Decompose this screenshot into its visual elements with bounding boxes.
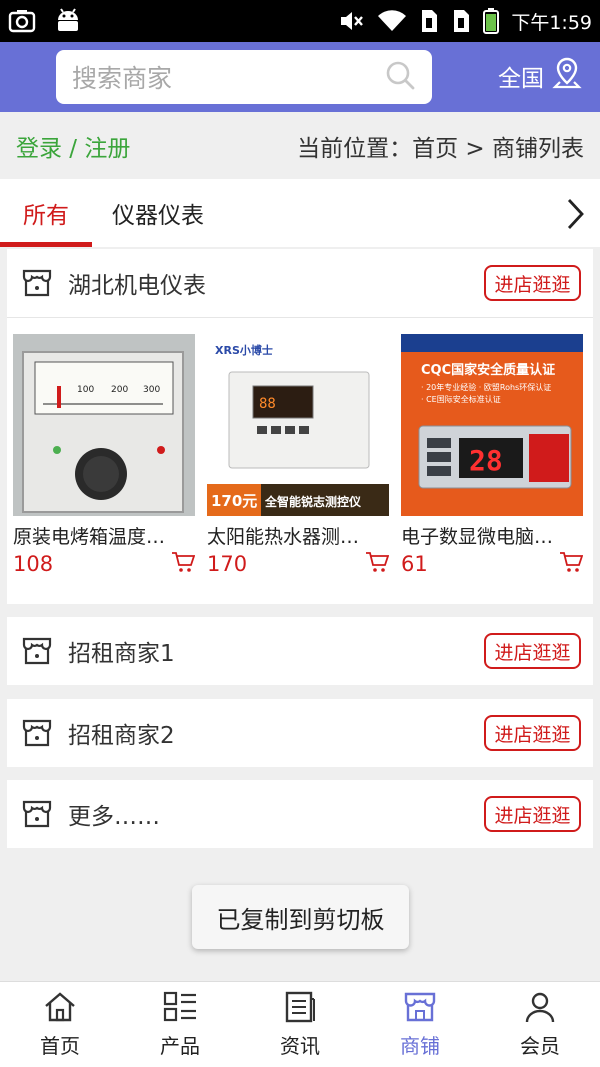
- category-tabs: 所有 仪器仪表: [0, 179, 600, 247]
- status-bar: 下午1:59: [0, 0, 600, 42]
- header-bar: 搜索商家 全国: [0, 42, 600, 112]
- shop-header[interactable]: 湖北机电仪表 进店逛逛: [7, 249, 593, 317]
- shop-header[interactable]: 招租商家1 进店逛逛: [7, 617, 593, 685]
- store-icon: [403, 991, 437, 1028]
- product-card[interactable]: XRS小博士 88 170元 全智能锐志测控仪 太阳能热水器测… 170: [207, 334, 390, 603]
- svg-text:200: 200: [111, 385, 128, 395]
- nav-label: 资讯: [280, 1033, 320, 1058]
- brand-logo: XRS小博士: [215, 343, 273, 357]
- visit-shop-button[interactable]: 进店逛逛: [484, 715, 581, 751]
- shop-card: 招租商家1 进店逛逛: [7, 617, 593, 685]
- product-card[interactable]: CQC国家安全质量认证 · 20年专业经验 · 欧盟Rohs环保认证 · CE国…: [401, 334, 584, 603]
- product-title: 原装电烤箱温度…: [13, 526, 166, 548]
- product-title: 电子数显微电脑…: [401, 526, 554, 548]
- sim1-icon: [419, 8, 439, 34]
- product-title: 太阳能热水器测…: [207, 526, 360, 548]
- store-icon: [21, 635, 53, 667]
- shop-card: 湖北机电仪表 进店逛逛 100 200 300 原装电烤箱温度… 108 XRS…: [7, 249, 593, 604]
- svg-text:· CE国际安全标准认证: · CE国际安全标准认证: [421, 394, 501, 404]
- shop-header[interactable]: 招租商家2 进店逛逛: [7, 699, 593, 767]
- store-icon: [21, 267, 53, 299]
- clock-text: 下午1:59: [511, 11, 592, 34]
- visit-shop-button[interactable]: 进店逛逛: [484, 633, 581, 669]
- screenshot-icon: [8, 9, 36, 33]
- product-image: CQC国家安全质量认证 · 20年专业经验 · 欧盟Rohs环保认证 · CE国…: [401, 334, 583, 516]
- svg-text:28: 28: [469, 444, 503, 477]
- nav-label: 首页: [40, 1033, 80, 1058]
- nav-label: 商铺: [400, 1033, 440, 1058]
- breadcrumb: 当前位置：首页 > 商铺列表: [297, 135, 584, 162]
- sim2-icon: [451, 8, 471, 34]
- toast-message: 已复制到剪切板: [192, 885, 409, 949]
- svg-text:CQC国家安全质量认证: CQC国家安全质量认证: [421, 362, 555, 378]
- shop-header[interactable]: 更多…… 进店逛逛: [7, 780, 593, 848]
- product-image: XRS小博士 88 170元 全智能锐志测控仪: [207, 334, 389, 516]
- shop-name: 更多……: [68, 804, 160, 830]
- grid-list-icon: [163, 991, 197, 1028]
- breadcrumb-bar: 登录 / 注册 当前位置：首页 > 商铺列表: [0, 112, 600, 179]
- svg-text:170元: 170元: [211, 492, 257, 510]
- android-icon: [54, 8, 82, 34]
- svg-text:88: 88: [259, 396, 276, 412]
- nav-label: 会员: [520, 1033, 560, 1058]
- shop-name: 招租商家2: [68, 723, 175, 749]
- region-selector[interactable]: 全国: [498, 56, 582, 96]
- shop-card: 招租商家2 进店逛逛: [7, 699, 593, 767]
- nav-shops[interactable]: 商铺: [360, 982, 480, 1067]
- shop-name: 湖北机电仪表: [68, 273, 206, 299]
- login-register-link[interactable]: 登录 / 注册: [16, 129, 130, 163]
- bottom-nav: 首页 产品 资讯 商铺 会员: [0, 981, 600, 1067]
- shop-card: 更多…… 进店逛逛: [7, 780, 593, 848]
- svg-text:100: 100: [77, 385, 94, 395]
- product-list: 100 200 300 原装电烤箱温度… 108 XRS小博士 88 170元 …: [7, 317, 593, 603]
- cart-icon[interactable]: [365, 551, 390, 577]
- visit-shop-button[interactable]: 进店逛逛: [484, 796, 581, 832]
- shop-name: 招租商家1: [68, 641, 175, 667]
- visit-shop-button[interactable]: 进店逛逛: [484, 265, 581, 301]
- store-icon: [21, 717, 53, 749]
- wifi-icon: [377, 9, 407, 33]
- product-price: 170: [207, 552, 248, 576]
- search-icon[interactable]: [384, 59, 416, 95]
- svg-text:· 20年专业经验 · 欧盟Rohs环保认证: · 20年专业经验 · 欧盟Rohs环保认证: [421, 382, 551, 392]
- search-box[interactable]: 搜索商家: [56, 50, 432, 104]
- nav-home[interactable]: 首页: [0, 982, 120, 1067]
- tab-all[interactable]: 所有: [0, 179, 92, 247]
- search-input[interactable]: 搜索商家: [72, 59, 384, 95]
- location-pin-icon: [552, 56, 582, 96]
- product-price: 108: [13, 552, 54, 576]
- chevron-right-icon[interactable]: [564, 197, 586, 235]
- product-price: 61: [401, 552, 428, 576]
- store-icon: [21, 798, 53, 830]
- cart-icon[interactable]: [171, 551, 196, 577]
- region-label: 全国: [498, 66, 544, 92]
- battery-icon: [483, 8, 500, 34]
- mute-icon: [339, 9, 365, 33]
- product-image: 100 200 300: [13, 334, 195, 516]
- product-card[interactable]: 100 200 300 原装电烤箱温度… 108: [13, 334, 196, 603]
- svg-text:全智能锐志测控仪: 全智能锐志测控仪: [264, 494, 362, 509]
- user-icon: [523, 991, 557, 1028]
- nav-products[interactable]: 产品: [120, 982, 240, 1067]
- tab-instruments[interactable]: 仪器仪表: [112, 179, 204, 247]
- nav-member[interactable]: 会员: [480, 982, 600, 1067]
- svg-text:300: 300: [143, 385, 160, 395]
- nav-news[interactable]: 资讯: [240, 982, 360, 1067]
- nav-label: 产品: [160, 1033, 200, 1058]
- news-icon: [283, 991, 317, 1028]
- home-icon: [43, 991, 77, 1028]
- cart-icon[interactable]: [559, 551, 584, 577]
